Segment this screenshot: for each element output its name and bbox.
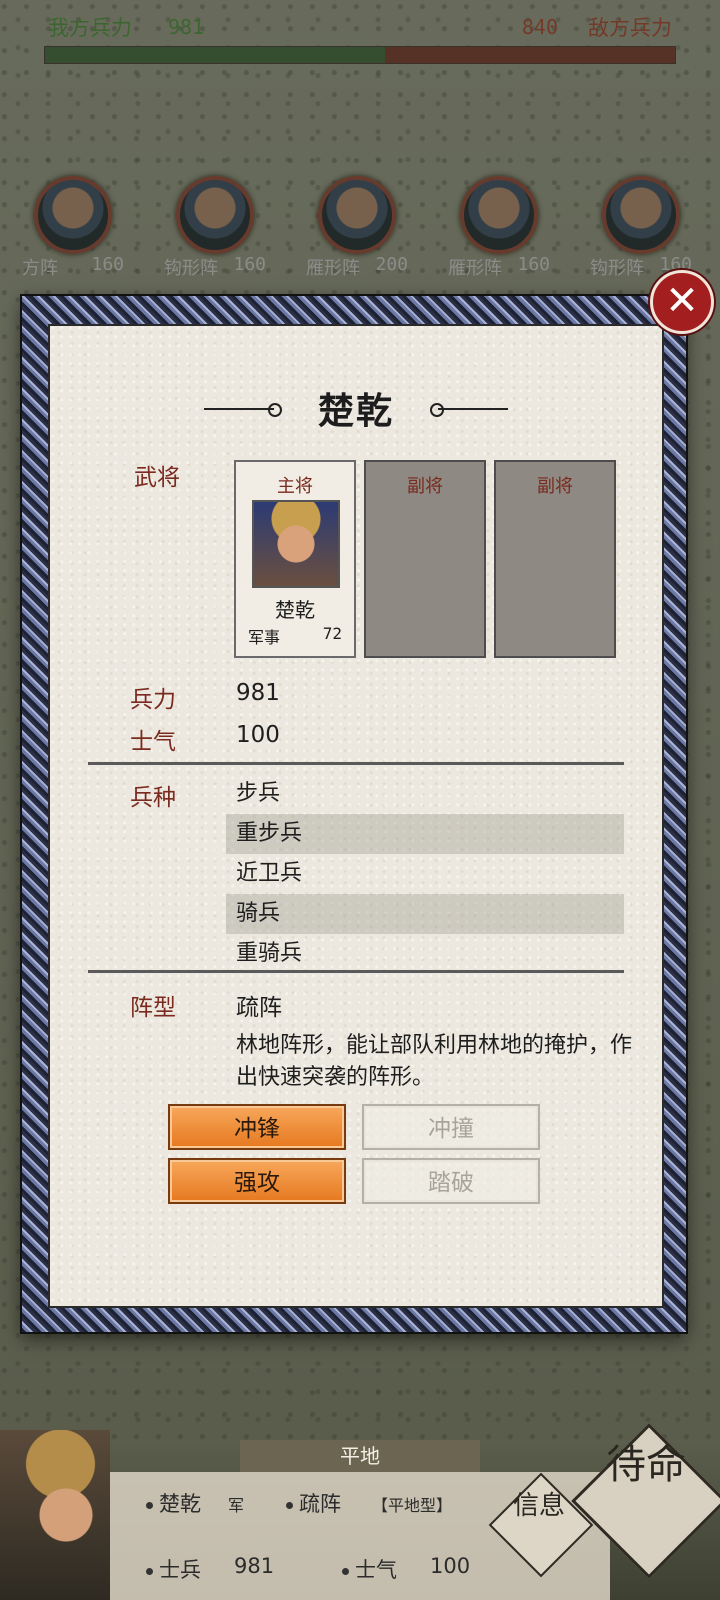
troops-value: 981 xyxy=(236,680,280,706)
unit-type-option[interactable]: 重骑兵 xyxy=(226,934,624,964)
sub-general-heading: 副将 xyxy=(537,476,573,497)
sub-general-slot-2[interactable]: 副将 xyxy=(494,460,616,658)
unit-type-option[interactable]: 重步兵 xyxy=(226,814,624,854)
unit-type-option[interactable]: 近卫兵 xyxy=(226,854,624,894)
close-icon[interactable]: ✕ xyxy=(650,270,714,334)
unit-type-label: 兵种 xyxy=(130,785,176,811)
main-general-name: 楚乾 xyxy=(275,598,315,622)
section-divider xyxy=(88,762,624,765)
bottom-formation-name: 疏阵 xyxy=(286,1488,341,1518)
main-general-stat-value: 72 xyxy=(322,624,342,643)
main-general-avatar xyxy=(252,500,340,588)
info-button-label: 信息 xyxy=(512,1491,565,1521)
terrain-label: 平地 xyxy=(240,1440,480,1472)
general-section-label: 武将 xyxy=(134,465,180,491)
morale-value: 100 xyxy=(236,722,280,748)
sub-general-slot-1[interactable]: 副将 xyxy=(364,460,486,658)
bottom-morale-label: 士气 xyxy=(342,1554,397,1584)
formation-label: 阵型 xyxy=(130,995,176,1021)
title-ornament-right xyxy=(430,403,508,417)
bottom-general-tag: 军 xyxy=(228,1496,245,1515)
main-general-stat-label: 军事 xyxy=(248,628,281,647)
bottom-soldiers-value: 981 xyxy=(234,1554,275,1578)
sub-general-heading: 副将 xyxy=(407,476,443,497)
general-detail-dialog: 楚乾 武将 主将 楚乾 军事 72 副将 副将 兵力 981 士气 100 兵种… xyxy=(22,296,686,1332)
formation-value: 疏阵 xyxy=(236,995,282,1021)
unit-type-option[interactable]: 骑兵 xyxy=(226,894,624,934)
charge-button[interactable]: 冲锋 xyxy=(168,1104,346,1150)
selected-general-portrait xyxy=(0,1430,110,1600)
formation-description: 林地阵形，能让部队利用林地的掩护，作出快速突袭的阵形。 xyxy=(236,1033,633,1090)
standby-button-label: 待命 xyxy=(606,1442,686,1488)
unit-type-option[interactable]: 步兵 xyxy=(226,774,624,814)
dialog-title: 楚乾 xyxy=(317,391,394,432)
ram-button[interactable]: 冲撞 xyxy=(362,1104,540,1150)
bottom-general-name: 楚乾 xyxy=(146,1488,201,1518)
assault-button[interactable]: 强攻 xyxy=(168,1158,346,1204)
bottom-morale-value: 100 xyxy=(430,1554,471,1578)
bottom-formation-tag: 【平地型】 xyxy=(372,1496,453,1515)
main-general-slot[interactable]: 主将 楚乾 军事 72 xyxy=(234,460,356,658)
morale-label: 士气 xyxy=(130,729,176,755)
main-general-heading: 主将 xyxy=(277,476,313,497)
section-divider xyxy=(88,970,624,973)
dialog-paper: 楚乾 武将 主将 楚乾 军事 72 副将 副将 兵力 981 士气 100 兵种… xyxy=(48,324,664,1308)
bottom-soldiers-label: 士兵 xyxy=(146,1554,201,1584)
trample-button[interactable]: 踏破 xyxy=(362,1158,540,1204)
troops-label: 兵力 xyxy=(130,687,176,713)
